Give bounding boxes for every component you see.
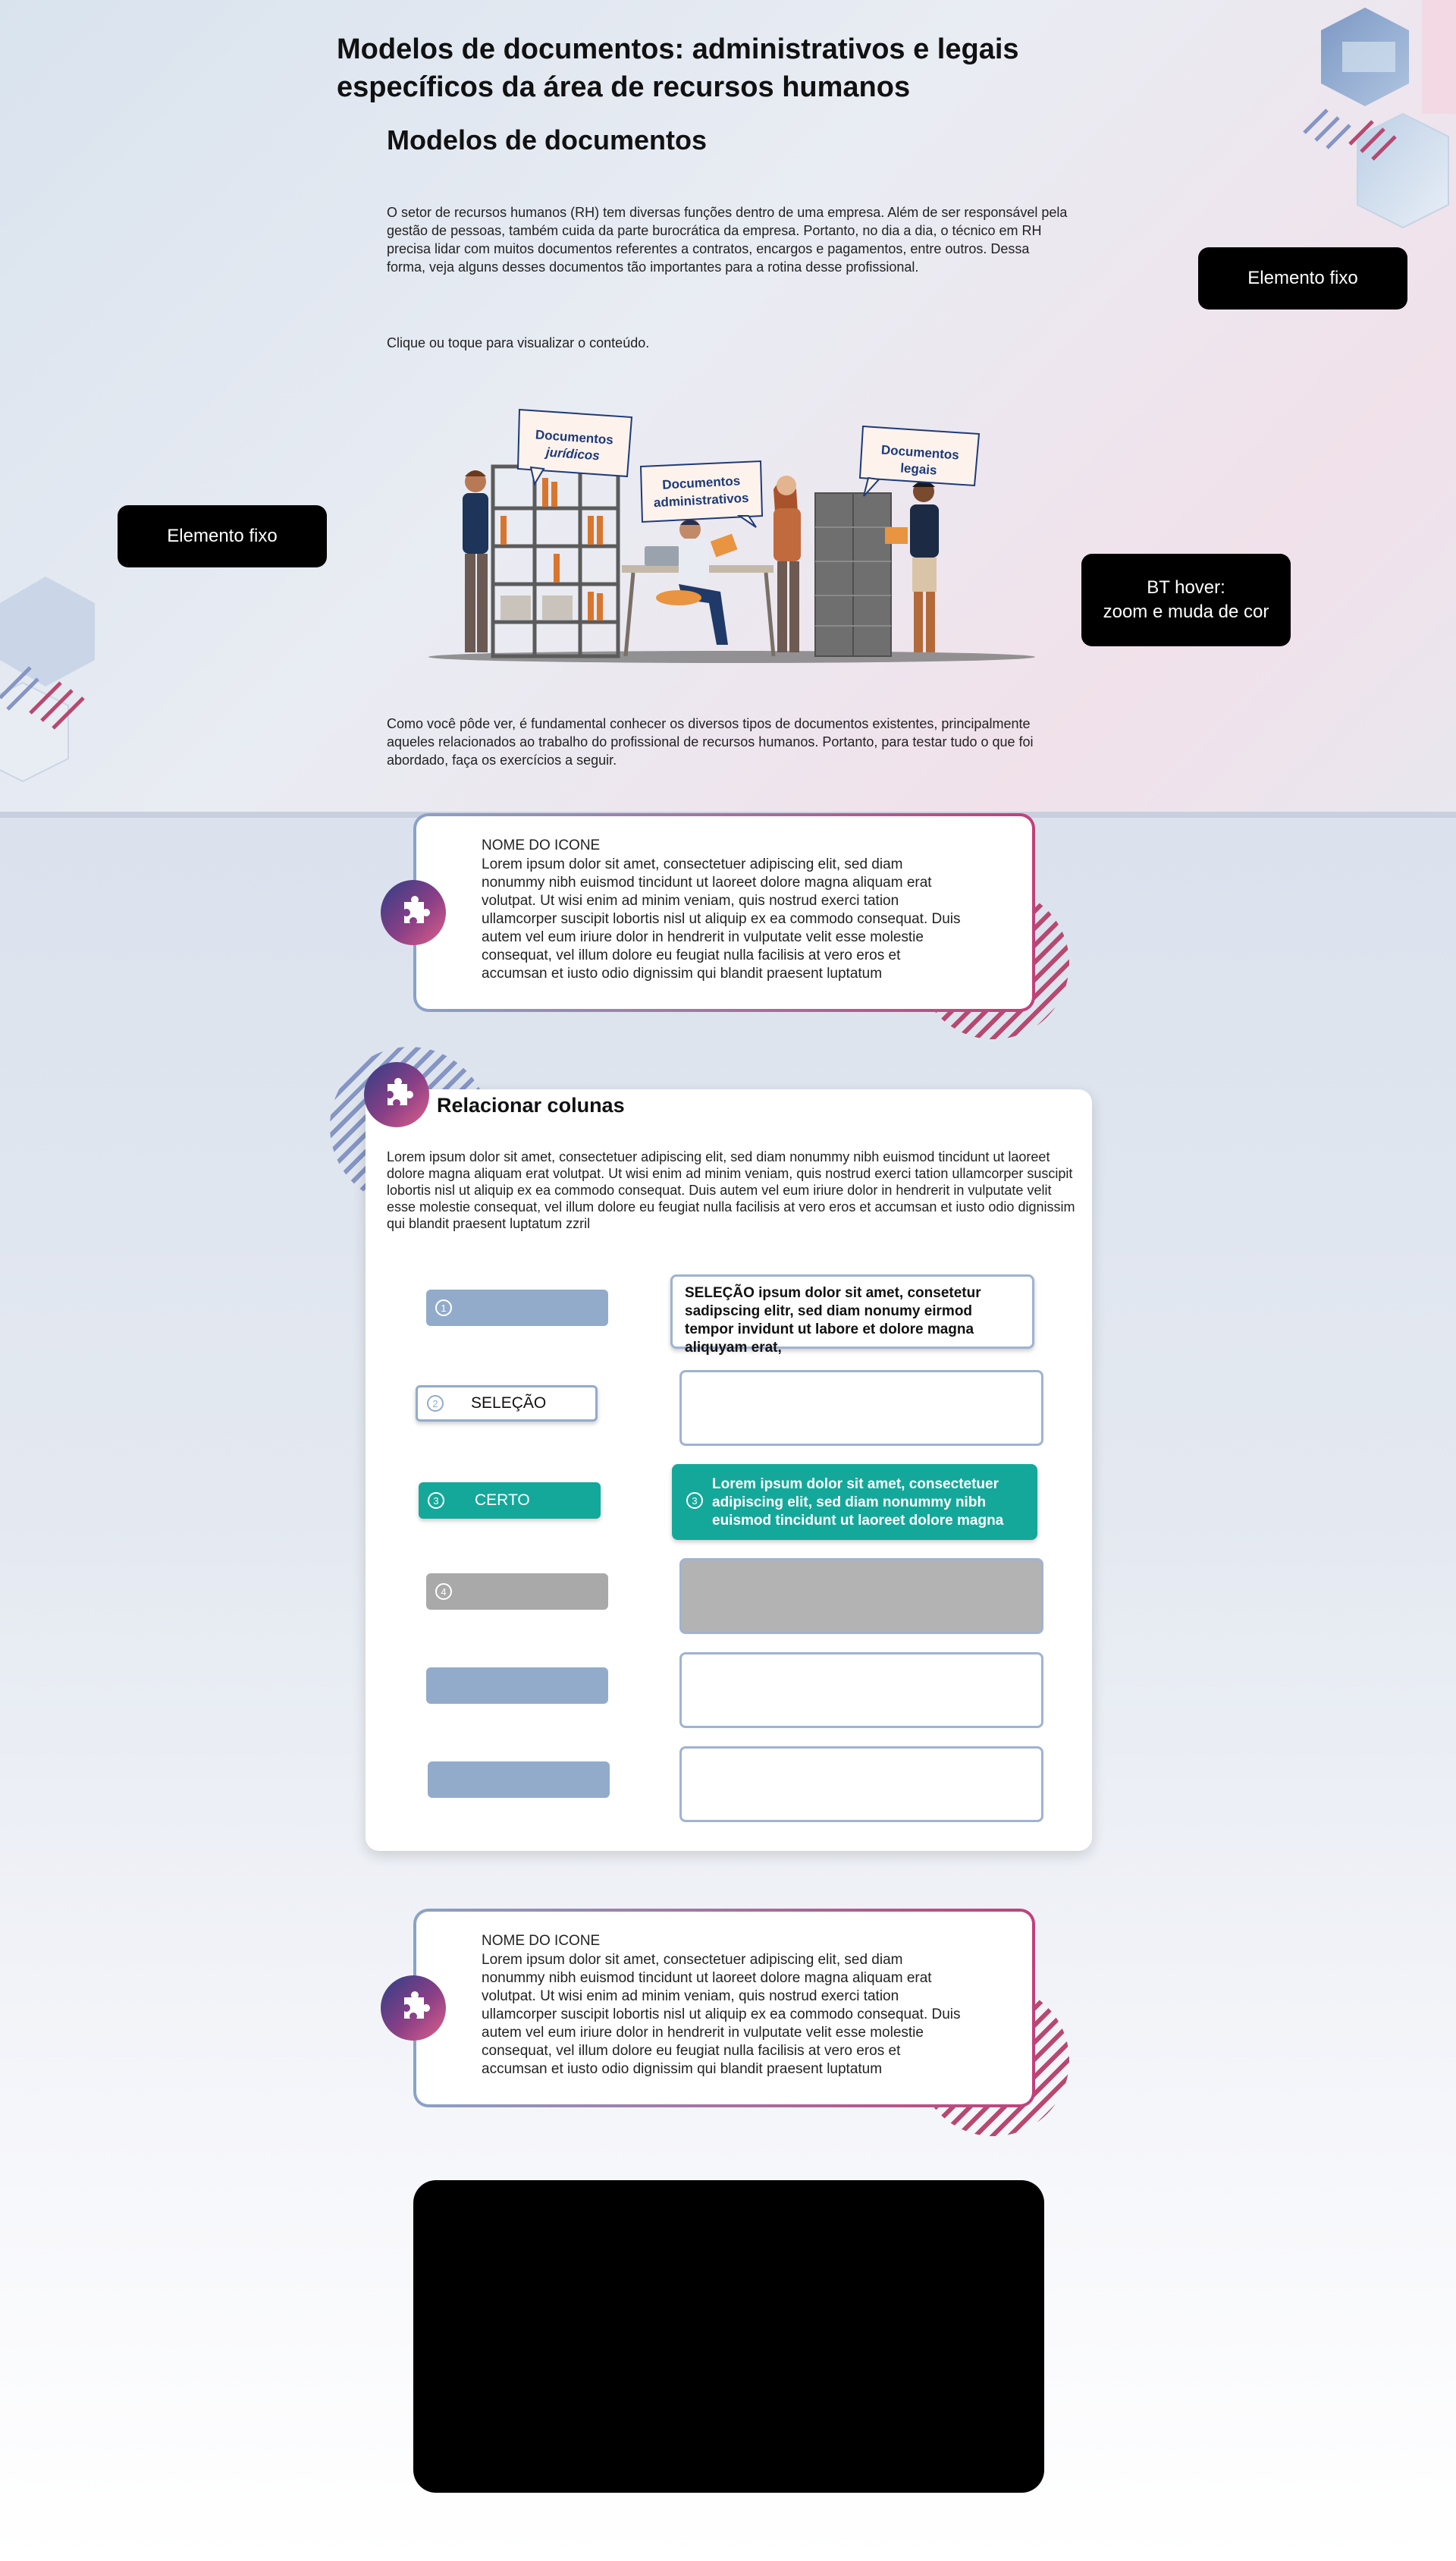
fixed-element-button-right[interactable]: Elemento fixo — [1198, 247, 1407, 310]
callout-text: Lorem ipsum dolor sit amet, consectetuer… — [482, 856, 961, 982]
icon-callout-2: NOME DO ICONE Lorem ipsum dolor sit amet… — [413, 1909, 1035, 2107]
section-title: Modelos de documentos — [387, 124, 708, 156]
left-item-number: 1 — [435, 1299, 452, 1316]
left-item-3-correct[interactable]: 3 CERTO — [419, 1482, 601, 1519]
left-item-label: SELEÇÃO — [471, 1394, 547, 1412]
hover-zoom-button[interactable]: BT hover: zoom e muda de cor — [1081, 554, 1291, 646]
left-item-4-disabled[interactable]: 4 — [426, 1573, 608, 1610]
left-item-2-selected[interactable]: 2 SELEÇÃO — [416, 1385, 598, 1422]
page-title: Modelos de documentos: administrativos e… — [337, 33, 1019, 103]
bubble-legais-line2: legais — [900, 460, 937, 477]
callout-title: NOME DO ICONE — [482, 837, 601, 853]
left-item-5[interactable] — [426, 1667, 608, 1704]
exercise-text: Lorem ipsum dolor sit amet, consectetuer… — [387, 1149, 1075, 1231]
relate-columns-card: Relacionar colunas Lorem ipsum dolor sit… — [366, 1089, 1092, 1851]
puzzle-icon-badge-1 — [381, 880, 446, 945]
right-box-4-disabled[interactable] — [679, 1558, 1043, 1634]
puzzle-icon-badge-3 — [381, 1975, 446, 2041]
puzzle-icon — [404, 896, 430, 923]
person-4-illustration — [910, 481, 939, 652]
exercise-title: Relacionar colunas — [437, 1094, 625, 1117]
fixed-element-button-left[interactable]: Elemento fixo — [118, 505, 327, 567]
left-item-1[interactable]: 1 — [426, 1290, 608, 1326]
right-box-6[interactable] — [679, 1746, 1043, 1822]
puzzle-icon-badge-2 — [364, 1062, 429, 1127]
instruction-text: Clique ou toque para visualizar o conteú… — [387, 335, 650, 350]
left-item-number: 3 — [428, 1492, 444, 1509]
media-player[interactable] — [413, 2180, 1044, 2493]
outro-paragraph: Como você pôde ver, é fundamental conhec… — [387, 716, 1034, 768]
left-item-number: 2 — [427, 1395, 444, 1412]
intro-paragraph: O setor de recursos humanos (RH) tem div… — [387, 205, 1068, 275]
left-item-number: 4 — [435, 1583, 452, 1600]
hover-button-line2: zoom e muda de cor — [1103, 602, 1269, 622]
icon-callout-1: NOME DO ICONE Lorem ipsum dolor sit amet… — [413, 813, 1035, 1012]
puzzle-icon — [388, 1078, 413, 1105]
right-box-1-filled[interactable]: SELEÇÃO ipsum dolor sit amet, consetetur… — [670, 1274, 1034, 1356]
hover-button-line1: BT hover: — [1147, 577, 1225, 598]
left-item-label: CERTO — [475, 1491, 530, 1509]
person-3-illustration — [774, 476, 801, 652]
puzzle-icon — [404, 1991, 430, 2019]
hexagon-pattern-top-right — [1303, 0, 1456, 229]
hexagon-pattern-left — [0, 577, 95, 783]
callout-text: Lorem ipsum dolor sit amet, consectetuer… — [482, 1952, 961, 2077]
right-box-3-correct[interactable]: 3 Lorem ipsum dolor sit amet, consectetu… — [672, 1464, 1037, 1540]
callout-title: NOME DO ICONE — [482, 1933, 601, 1949]
right-box-5[interactable] — [679, 1652, 1043, 1728]
person-1-illustration — [463, 470, 488, 652]
right-box-text: Lorem ipsum dolor sit amet, consectetuer… — [712, 1476, 1004, 1529]
right-box-text: SELEÇÃO ipsum dolor sit amet, consetetur… — [685, 1285, 981, 1356]
filing-cabinet-illustration — [814, 492, 892, 657]
right-box-number: 3 — [686, 1492, 703, 1509]
right-box-2[interactable] — [679, 1370, 1043, 1446]
office-documents-illustration: Documentos jurídicos Documentos administ… — [428, 408, 1035, 663]
left-item-6[interactable] — [428, 1761, 610, 1798]
desk-worker-illustration — [622, 519, 776, 657]
